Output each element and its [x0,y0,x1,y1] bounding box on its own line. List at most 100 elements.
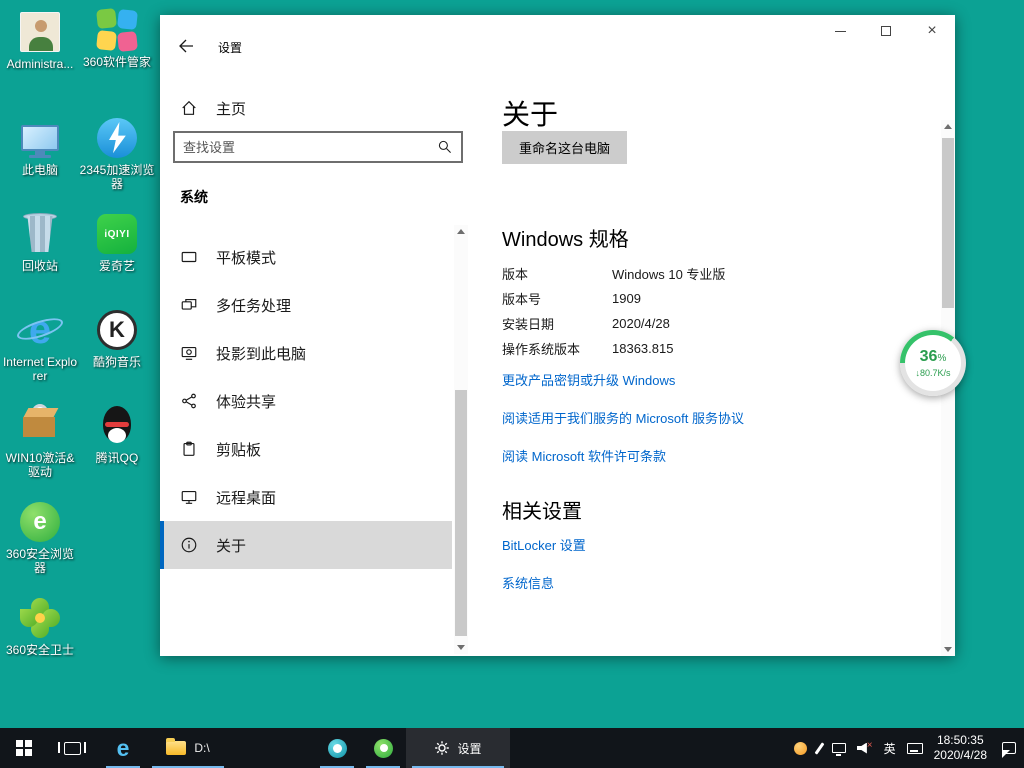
scroll-down-icon[interactable] [457,645,465,650]
ie-icon: e [117,737,130,760]
spec-row: 安装日期 2020/4/28 [502,311,725,336]
taskbar-clock[interactable]: 18:50:35 2020/4/28 [934,733,987,763]
sidebar-scrollbar[interactable] [454,225,468,654]
desktop-icon-label: WIN10激活&驱动 [2,451,78,479]
folder-icon [166,741,186,755]
sidebar-item-clipboard[interactable]: 剪贴板 [160,425,452,473]
computer-icon [18,116,62,160]
desktop-icon-qq[interactable]: 腾讯QQ [79,404,155,465]
network-tray-icon[interactable] [832,743,846,753]
360-speed-ball[interactable]: 36% ↓80.7K/s [900,330,966,396]
pen-input-tray-icon[interactable] [818,742,821,755]
desktop-icon-kugou[interactable]: K 酷狗音乐 [79,308,155,369]
kugou-letter: K [109,317,125,343]
sidebar-item-remote-desktop[interactable]: 远程桌面 [160,473,452,521]
360-browser-icon: e [18,500,62,544]
percent-value: 36 [920,348,938,365]
home-icon [180,99,198,117]
desktop-icon-internet-explorer[interactable]: e Internet Explorer [2,308,78,383]
memory-percent: 36% [920,349,947,367]
desktop-icon-iqiyi[interactable]: iQIYI 爱奇艺 [79,212,155,273]
tablet-mode-icon [180,248,200,266]
scroll-up-icon[interactable] [944,124,952,129]
scroll-up-icon[interactable] [457,229,465,234]
taskbar-2345-button[interactable] [314,728,360,768]
sidebar-item-about[interactable]: 关于 [160,521,452,569]
taskbar-explorer-button[interactable]: D:\ [146,728,230,768]
scroll-down-icon[interactable] [944,647,952,652]
percent-unit: % [937,353,946,364]
360-browser-icon [374,739,393,758]
desktop-icon-label: 此电脑 [2,163,78,177]
minimize-button[interactable] [817,15,863,47]
2345-browser-icon [95,116,139,160]
sidebar-item-label: 多任务处理 [216,295,291,316]
desktop-icon-recycle-bin[interactable]: 回收站 [2,212,78,273]
clock-date: 2020/4/28 [934,748,987,763]
360-tray-icon[interactable] [794,742,807,755]
spec-label: 操作系统版本 [502,339,612,358]
related-settings-heading: 相关设置 [502,495,582,524]
volume-muted-tray-icon[interactable]: × [857,743,873,754]
system-tray: × 英 18:50:35 2020/4/28 [794,728,1024,768]
desktop-icon-administrator[interactable]: Administra... [2,10,78,71]
rename-pc-button[interactable]: 重命名这台电脑 [502,131,627,164]
search-input[interactable] [175,140,437,155]
desktop-icon-label: 爱奇艺 [79,259,155,273]
desktop-icon-label: 腾讯QQ [79,451,155,465]
desktop-icon-360-software-manager[interactable]: 360软件管家 [79,8,155,69]
desktop-icon-360-safeguard[interactable]: 360安全卫士 [2,596,78,657]
spec-label: 版本号 [502,289,612,308]
about-page: 关于 重命名这台电脑 Windows 规格 版本 Windows 10 专业版 … [480,75,940,656]
iqiyi-icon: iQIYI [95,212,139,256]
maximize-button[interactable] [863,15,909,47]
sidebar-item-shared-experiences[interactable]: 体验共享 [160,377,452,425]
license-terms-link[interactable]: 阅读 Microsoft 软件许可条款 [502,446,666,465]
sidebar-item-multitasking[interactable]: 多任务处理 [160,281,452,329]
network-speed: ↓80.7K/s [915,368,950,378]
taskbar-ie-button[interactable]: e [100,728,146,768]
desktop-icon-label: 360软件管家 [79,55,155,69]
change-product-key-link[interactable]: 更改产品密钥或升级 Windows [502,370,675,389]
selected-accent-bar [160,521,164,569]
back-button[interactable] [168,31,204,61]
sidebar-section-title: 系统 [180,187,208,207]
settings-sidebar: 主页 系统 平板模式 多任务处理 投影到此电脑 [160,75,480,656]
sidebar-item-label: 关于 [216,535,246,556]
task-view-button[interactable] [48,728,96,768]
search-box[interactable] [173,131,463,163]
spec-table: 版本 Windows 10 专业版 版本号 1909 安装日期 2020/4/2… [502,261,725,361]
desktop-icon-360-secure-browser[interactable]: e 360安全浏览器 [2,500,78,575]
touch-keyboard-tray-icon[interactable] [907,743,923,754]
settings-window: 设置 × 主页 系统 平板模式 [160,15,955,656]
taskbar-360-browser-button[interactable] [360,728,406,768]
sidebar-items: 平板模式 多任务处理 投影到此电脑 体验共享 剪贴板 [160,233,452,569]
system-info-link[interactable]: 系统信息 [502,573,554,592]
scrollbar-thumb[interactable] [942,138,954,308]
taskbar: e D:\ 设置 × 英 18:50:35 2020/4/28 [0,728,1024,768]
sidebar-item-tablet-mode[interactable]: 平板模式 [160,233,452,281]
clock-time: 18:50:35 [934,733,987,748]
sidebar-item-label: 投影到此电脑 [216,343,306,364]
desktop-icon-label: 2345加速浏览器 [79,163,155,191]
window-title: 设置 [218,39,242,56]
spec-label: 安装日期 [502,314,612,333]
desktop-icon-this-pc[interactable]: 此电脑 [2,116,78,177]
services-agreement-link[interactable]: 阅读适用于我们服务的 Microsoft 服务协议 [502,408,744,427]
start-button[interactable] [0,728,48,768]
spec-row: 操作系统版本 18363.815 [502,336,725,361]
taskbar-settings-button[interactable]: 设置 [406,728,510,768]
close-button[interactable]: × [909,15,955,47]
desktop-icon-win10-activate[interactable]: WIN10激活&驱动 [2,404,78,479]
desktop-icon-2345-browser[interactable]: 2345加速浏览器 [79,116,155,191]
bitlocker-settings-link[interactable]: BitLocker 设置 [502,535,586,554]
sidebar-item-label: 剪贴板 [216,439,261,460]
desktop-icon-label: Internet Explorer [2,355,78,383]
driver-box-icon [18,404,62,448]
action-center-icon[interactable] [1002,742,1016,754]
scrollbar-thumb[interactable] [455,390,467,636]
language-indicator[interactable]: 英 [884,740,896,757]
desktop-icon-label: 回收站 [2,259,78,273]
sidebar-item-projecting[interactable]: 投影到此电脑 [160,329,452,377]
sidebar-item-home[interactable]: 主页 [160,89,452,127]
